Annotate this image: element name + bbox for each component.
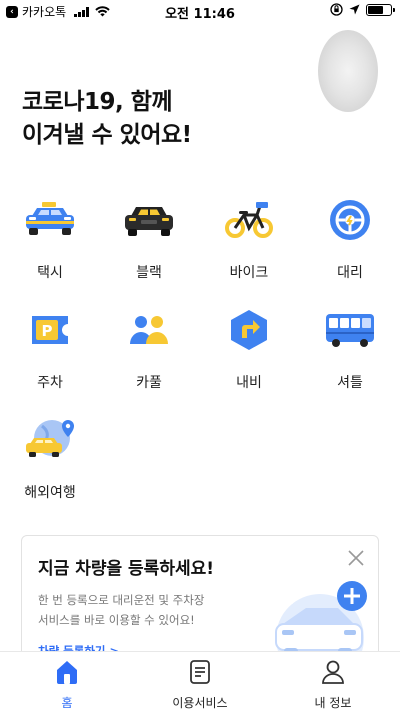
status-bar: ‹ 카카오톡 오전 11:46	[0, 0, 400, 22]
tab-home-label: 홈	[61, 696, 73, 710]
svg-text:P: P	[42, 322, 53, 340]
battery-icon	[366, 3, 395, 16]
shuttle-bus-icon	[320, 308, 380, 352]
service-label: 대리	[337, 265, 363, 281]
service-label: 택시	[37, 265, 63, 281]
service-shuttle[interactable]: 셔틀	[308, 308, 392, 392]
service-carpool[interactable]: 카풀	[107, 308, 191, 392]
tab-services-label: 이용서비스	[172, 696, 228, 710]
card-desc-line-2: 서비스를 바로 이용할 수 있어요!	[38, 613, 195, 627]
service-overseas[interactable]: 해외여행	[8, 418, 92, 502]
service-parking[interactable]: P 주차	[8, 308, 92, 392]
location-arrow-icon	[349, 4, 360, 15]
tab-services[interactable]: 이용서비스	[145, 658, 255, 711]
home-icon	[57, 661, 77, 684]
list-document-icon	[190, 660, 210, 684]
orientation-lock-icon	[330, 3, 343, 16]
overseas-taxi-icon	[20, 418, 80, 462]
service-designated-driver[interactable]: 대리	[308, 198, 392, 282]
status-right	[330, 3, 395, 16]
tab-home[interactable]: 홈	[12, 658, 122, 711]
service-bike[interactable]: 바이크	[207, 198, 291, 282]
taxi-icon	[20, 198, 80, 242]
card-title: 지금 차량을 등록하세요!	[38, 559, 214, 579]
headline-line-1: 코로나19, 함께	[22, 89, 173, 115]
parking-ticket-icon: P	[20, 308, 80, 352]
service-label: 내비	[236, 375, 262, 391]
service-label: 바이크	[229, 265, 269, 281]
steering-wheel-icon	[320, 198, 380, 242]
navigation-icon	[219, 308, 279, 352]
service-label: 셔틀	[337, 375, 363, 391]
service-taxi[interactable]: 택시	[8, 198, 92, 282]
service-navigation[interactable]: 내비	[207, 308, 291, 392]
carpool-people-icon	[119, 308, 179, 352]
bike-icon	[219, 198, 279, 242]
service-label: 카풀	[136, 375, 162, 391]
card-description: 한 번 등록으로 대리운전 및 주차장 서비스를 바로 이용할 수 있어요!	[38, 590, 204, 630]
service-label: 해외여행	[24, 485, 76, 501]
service-black[interactable]: 블랙	[107, 198, 191, 282]
tab-my-info-label: 내 정보	[314, 696, 352, 710]
bottom-tab-bar: 홈 이용서비스 내 정보	[0, 651, 400, 711]
tab-my-info[interactable]: 내 정보	[278, 658, 388, 711]
page-headline: 코로나19, 함께 이겨낼 수 있어요!	[22, 86, 192, 152]
headline-line-2: 이겨낼 수 있어요!	[22, 122, 192, 148]
person-icon	[322, 660, 344, 684]
card-desc-line-1: 한 번 등록으로 대리운전 및 주차장	[38, 593, 205, 607]
service-label: 블랙	[136, 265, 162, 281]
close-icon[interactable]	[346, 548, 366, 568]
black-car-icon	[119, 198, 179, 242]
avatar[interactable]	[318, 30, 378, 112]
service-label: 주차	[37, 375, 63, 391]
